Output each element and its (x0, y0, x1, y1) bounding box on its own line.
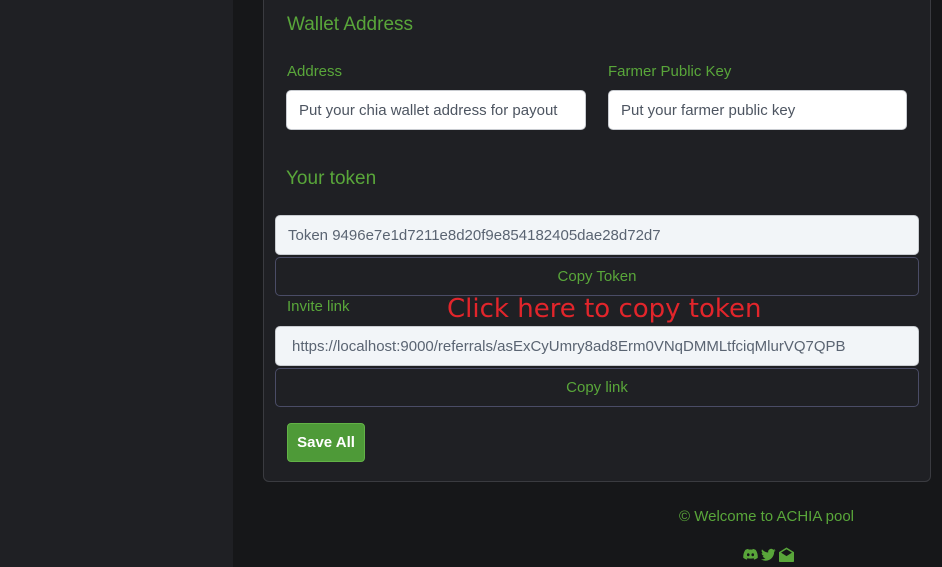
farmer-key-label: Farmer Public Key (608, 63, 732, 80)
farmer-key-input[interactable] (608, 90, 907, 130)
invite-link-label: Invite link (287, 298, 350, 315)
twitter-icon[interactable] (761, 547, 776, 562)
token-section-title: Your token (286, 168, 377, 189)
wallet-section-title: Wallet Address (287, 14, 414, 35)
footer-social-links (743, 547, 794, 562)
address-label: Address (287, 63, 343, 80)
copy-token-annotation: Click here to copy token (447, 294, 762, 324)
footer-welcome-text: © Welcome to ACHIA pool (679, 508, 855, 525)
envelope-open-icon[interactable] (779, 547, 794, 562)
token-field[interactable]: Token 9496e7e1d7211e8d20f9e854182405dae2… (275, 215, 919, 255)
address-input[interactable] (286, 90, 586, 130)
sidebar (0, 0, 233, 567)
save-all-button[interactable]: Save All (287, 423, 365, 462)
discord-icon[interactable] (743, 547, 758, 562)
invite-link-field[interactable]: https://localhost:9000/referrals/asExCyU… (275, 326, 919, 366)
copy-token-button[interactable]: Copy Token (275, 257, 919, 296)
copy-link-button[interactable]: Copy link (275, 368, 919, 407)
